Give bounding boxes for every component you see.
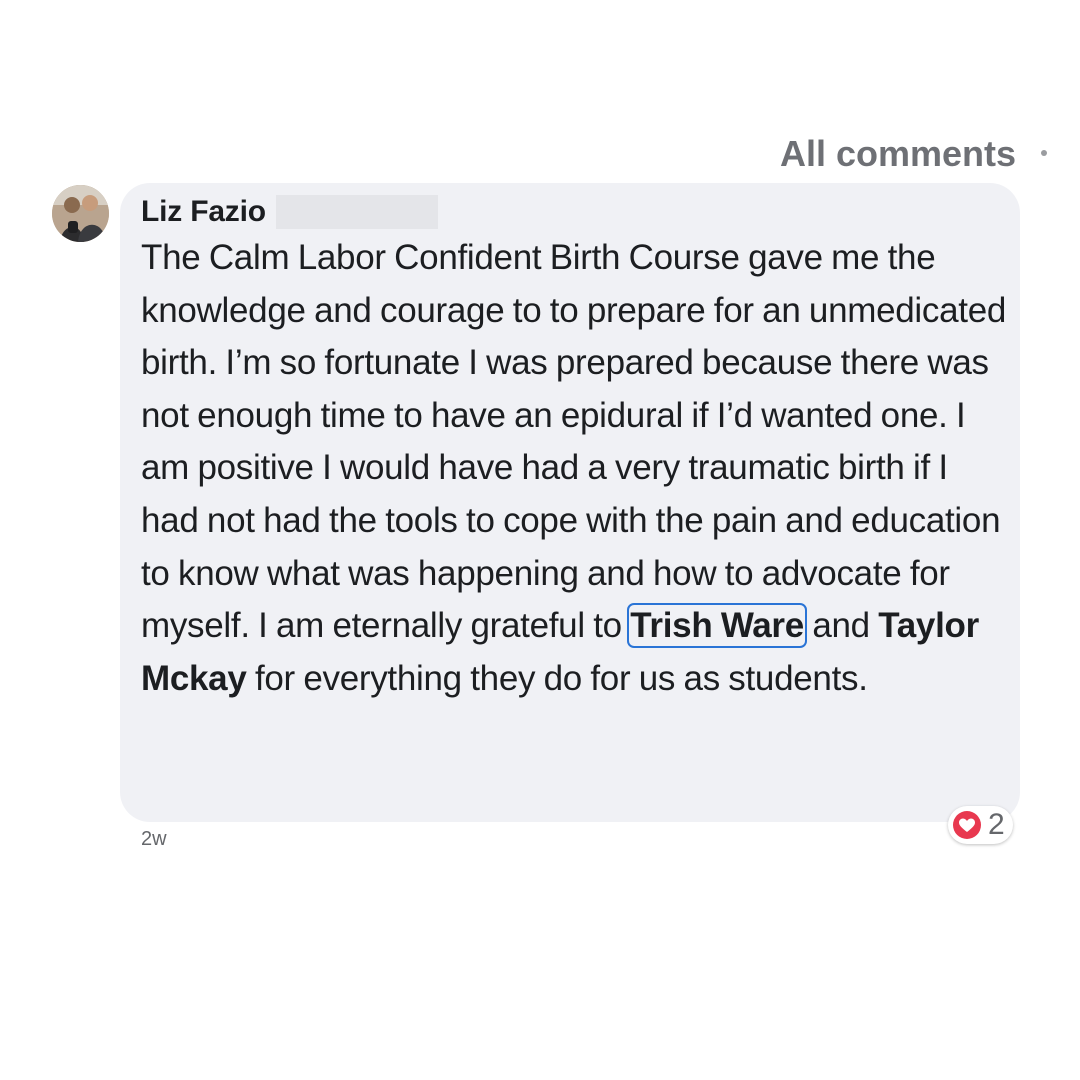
comment-text-part-3: for everything they do for us as student… xyxy=(246,658,868,698)
reaction-count: 2 xyxy=(988,808,1005,841)
mention-trish-ware[interactable]: Trish Ware xyxy=(627,603,807,649)
comment-screen: All comments Liz Fazio The Calm Labor Co… xyxy=(0,0,1080,1080)
comment-text-part-2: and xyxy=(803,606,879,646)
avatar[interactable] xyxy=(52,185,109,242)
comment-timestamp[interactable]: 2w xyxy=(141,828,167,851)
reaction-summary[interactable]: 2 xyxy=(948,806,1013,844)
heart-icon xyxy=(953,811,981,839)
author-badge-placeholder xyxy=(275,195,438,229)
comment-author-name[interactable]: Liz Fazio xyxy=(141,195,266,229)
comment-header: Liz Fazio xyxy=(141,193,438,231)
comment-body: The Calm Labor Confident Birth Course ga… xyxy=(141,232,1011,705)
comment-sort-dropdown[interactable]: All comments xyxy=(780,128,1017,169)
profile-photo-icon xyxy=(52,185,109,242)
chevron-down-icon[interactable] xyxy=(1041,150,1047,156)
comment-sort-label: All comments xyxy=(780,133,1017,169)
comment-text-part-1: The Calm Labor Confident Birth Course ga… xyxy=(141,238,1007,646)
